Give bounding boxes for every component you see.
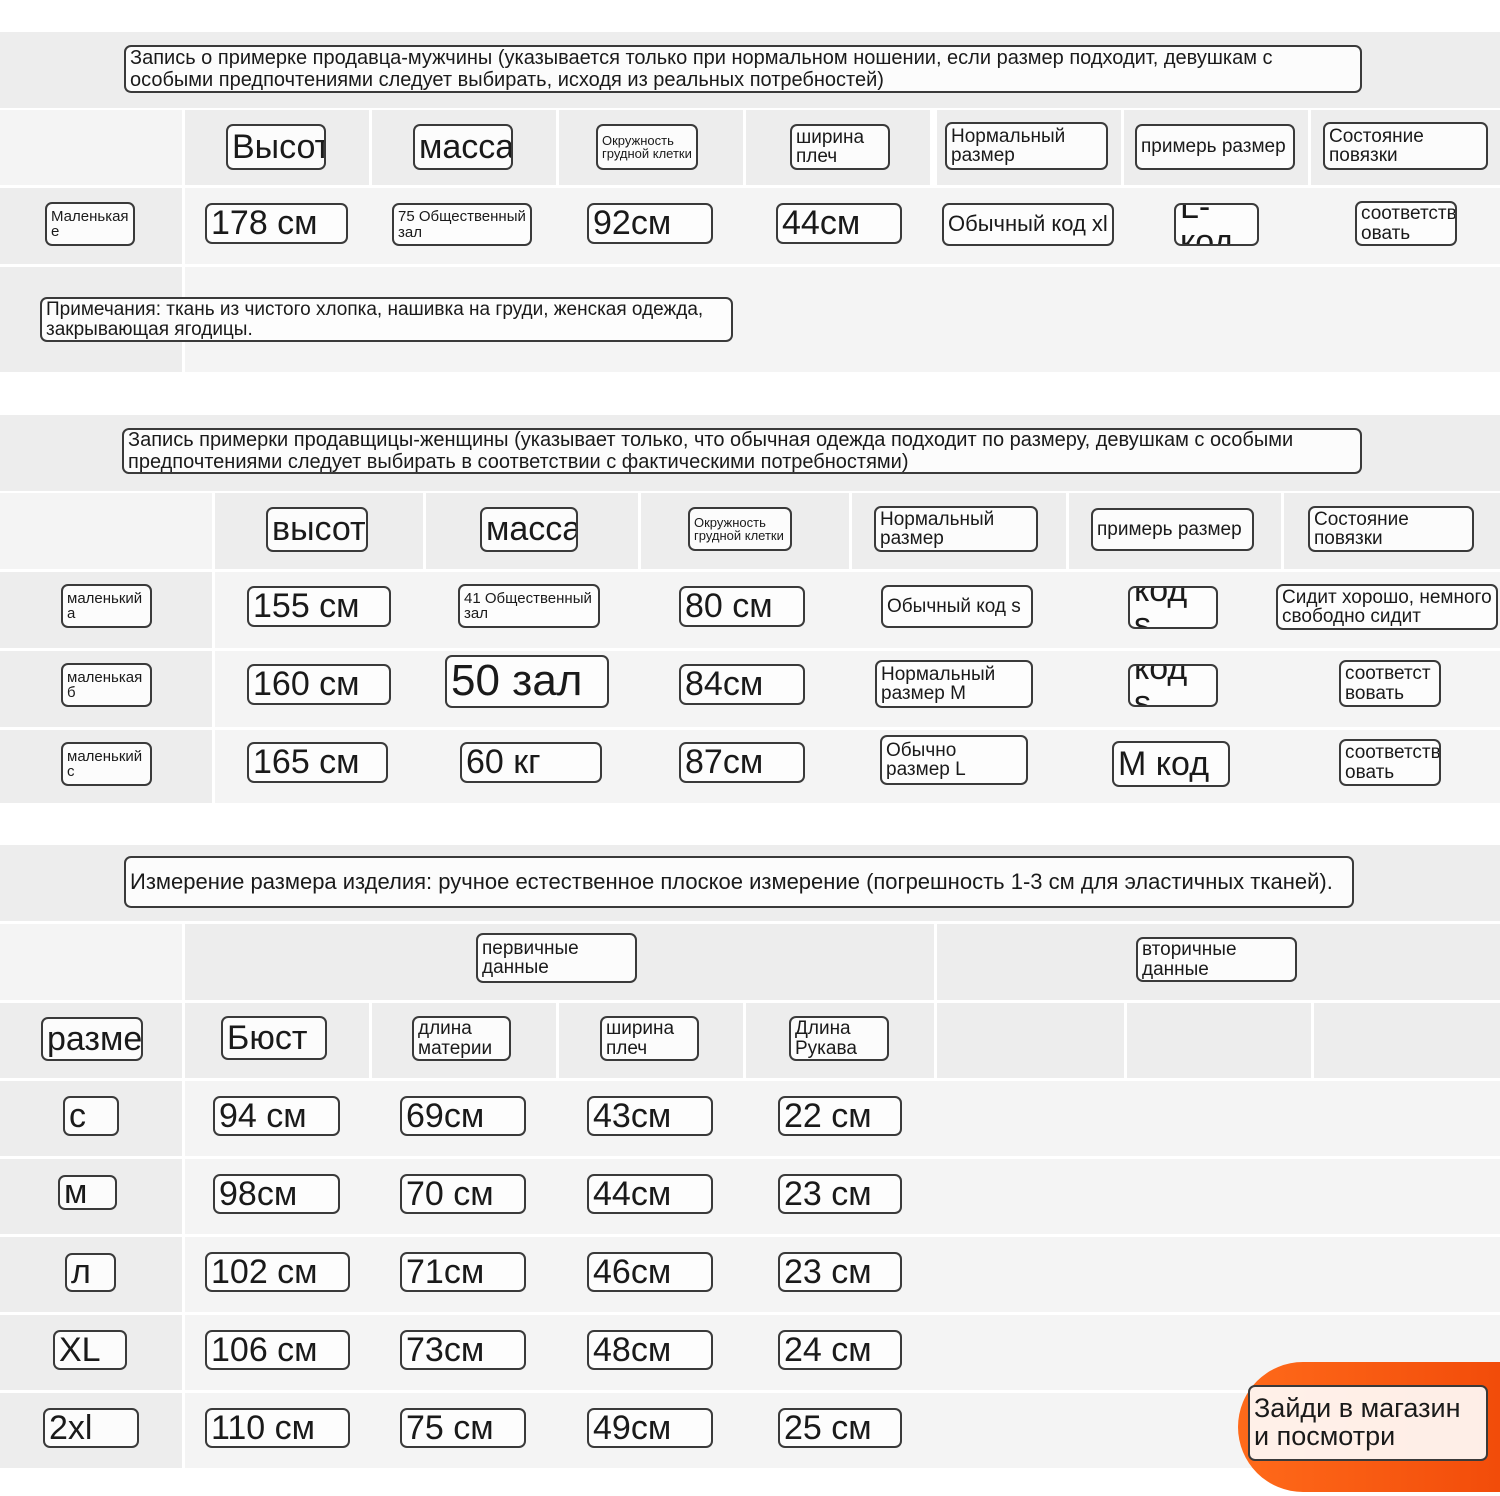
male-row-label: Маленькая е — [45, 202, 135, 246]
male-value-height: 178 см — [205, 203, 348, 244]
female-value-tried-size: М код — [1112, 741, 1230, 787]
male-value-shoulder: 44см — [776, 203, 902, 244]
size-cell: XL — [53, 1330, 127, 1370]
female-value-height: 160 см — [247, 664, 391, 705]
length-cell: 71см — [400, 1252, 526, 1292]
sleeve-cell: 23 см — [778, 1252, 902, 1292]
size-cell: 2xl — [43, 1408, 139, 1448]
bust-cell: 110 см — [205, 1408, 350, 1448]
bust-cell: 106 см — [205, 1330, 350, 1370]
female-value-normal-size: Обычный код s — [881, 585, 1033, 628]
length-cell: 69см — [400, 1096, 526, 1136]
visit-store-label[interactable]: Зайди в магазин и посмотри — [1248, 1385, 1488, 1461]
male-header-weight: масса — [413, 124, 513, 170]
male-value-normal-size: Обычный код xl — [942, 203, 1114, 246]
male-note: Примечания: ткань из чистого хлопка, наш… — [40, 297, 733, 342]
female-header-normal-size: Нормальный размер — [874, 506, 1038, 552]
header-shoulder: ширина плеч — [600, 1016, 699, 1061]
male-value-fit-state: соответств овать — [1355, 201, 1457, 246]
male-value-weight: 75 Общественный зал — [392, 203, 532, 246]
female-header-chest: Окружность грудной клетки — [688, 507, 792, 551]
male-header-tried-size: примерь размер — [1135, 124, 1295, 170]
group-secondary-data: вторичные данные — [1136, 937, 1297, 982]
bust-cell: 102 см — [205, 1252, 350, 1292]
female-row-label: маленький а — [61, 584, 152, 628]
shoulder-cell: 49см — [587, 1408, 713, 1448]
product-section-title: Измерение размера изделия: ручное естест… — [124, 856, 1354, 908]
female-value-fit-state: соответств овать — [1339, 739, 1441, 786]
male-header-normal-size: Нормальный размер — [945, 122, 1108, 170]
female-value-weight: 50 зал — [445, 655, 609, 708]
shoulder-cell: 44см — [587, 1174, 713, 1214]
shoulder-cell: 43см — [587, 1096, 713, 1136]
group-primary-data: первичные данные — [476, 933, 637, 983]
bust-cell: 98см — [213, 1174, 340, 1214]
female-row-label: маленькая б — [61, 663, 152, 707]
header-bust: Бюст — [221, 1016, 327, 1060]
sleeve-cell: 22 см — [778, 1096, 902, 1136]
female-value-height: 155 см — [247, 586, 391, 627]
sleeve-cell: 24 см — [778, 1330, 902, 1370]
male-header-fit-state: Состояние повязки — [1323, 122, 1488, 170]
female-value-tried-size: код s — [1128, 586, 1218, 629]
female-value-chest: 80 см — [679, 586, 805, 627]
female-header-tried-size: примерь размер — [1091, 508, 1254, 551]
female-value-weight: 41 Общественный зал — [458, 584, 600, 628]
bust-cell: 94 см — [213, 1096, 340, 1136]
female-value-chest: 84см — [679, 664, 805, 705]
header-length: длина материи — [412, 1016, 511, 1061]
female-value-normal-size: Нормальный размер M — [875, 660, 1033, 708]
length-cell: 73см — [400, 1330, 526, 1370]
female-header-height: высота — [266, 507, 368, 552]
female-value-chest: 87см — [679, 742, 805, 783]
female-value-fit-state: Сидит хорошо, немного свободно сидит — [1276, 584, 1498, 630]
male-value-chest: 92см — [587, 203, 713, 244]
female-row-label: маленький с — [61, 742, 152, 786]
size-cell: с — [63, 1096, 119, 1136]
header-sleeve: Длина Рукава — [789, 1016, 889, 1061]
female-value-height: 165 см — [247, 742, 388, 783]
length-cell: 70 см — [400, 1174, 526, 1214]
female-value-fit-state: соответст вовать — [1339, 660, 1441, 707]
female-value-weight: 60 кг — [460, 742, 602, 783]
size-cell: л — [65, 1253, 116, 1292]
shoulder-cell: 46см — [587, 1252, 713, 1292]
sleeve-cell: 25 см — [778, 1408, 902, 1448]
size-cell: м — [58, 1175, 117, 1210]
male-header-shoulder: ширина плеч — [790, 124, 890, 170]
male-header-chest: Окружность грудной клетки — [596, 124, 698, 170]
female-header-weight: масса — [480, 507, 578, 552]
female-header-fit-state: Состояние повязки — [1308, 506, 1474, 552]
female-section-title: Запись примерки продавщицы-женщины (указ… — [122, 428, 1362, 474]
shoulder-cell: 48см — [587, 1330, 713, 1370]
length-cell: 75 см — [400, 1408, 526, 1448]
header-size: размер — [41, 1017, 143, 1061]
female-value-normal-size: Обычно размер L — [880, 735, 1028, 785]
male-header-height: Высота — [226, 124, 326, 170]
male-value-tried-size: L-код — [1174, 203, 1259, 246]
female-value-tried-size: код s — [1128, 664, 1218, 707]
sleeve-cell: 23 см — [778, 1174, 902, 1214]
male-section-title: Запись о примерке продавца-мужчины (указ… — [124, 45, 1362, 93]
